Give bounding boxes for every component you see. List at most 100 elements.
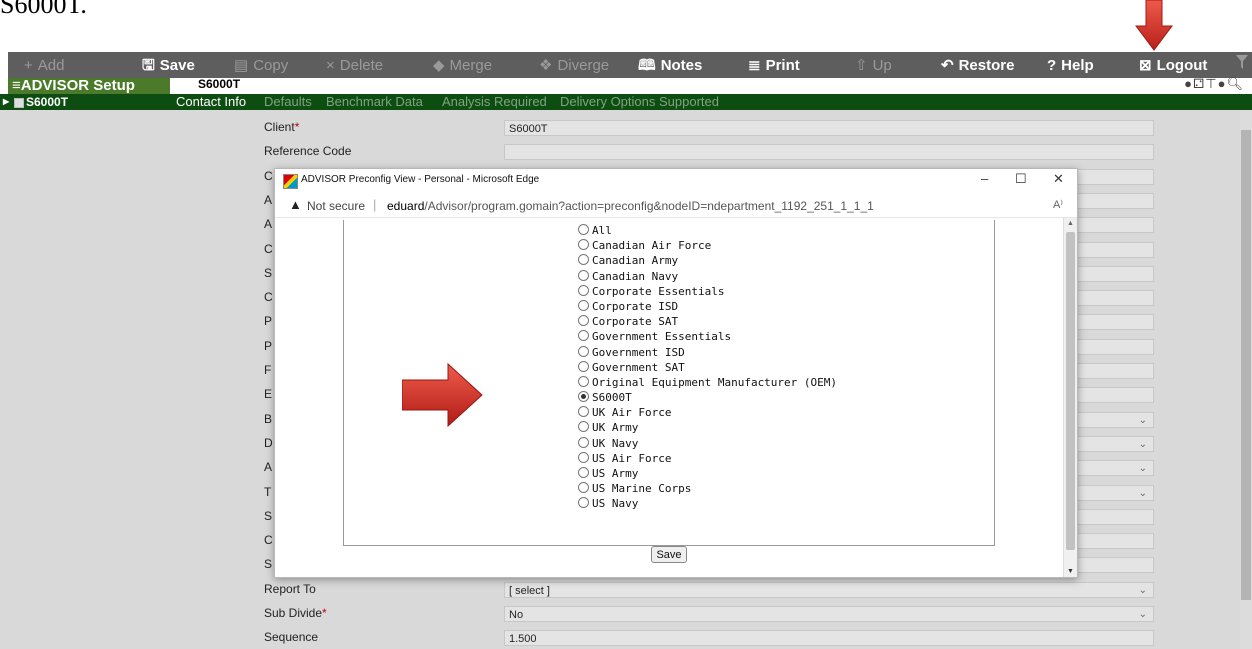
radio-selected-icon[interactable] [578,391,589,403]
radio-icon[interactable] [578,482,589,494]
copy-button-label: Copy [253,57,289,74]
popup-scrollbar[interactable]: ▲ ▼ [1063,218,1077,577]
tab-defaults[interactable]: Defaults [264,94,312,110]
minimize-icon[interactable]: – [981,171,988,186]
radio-icon[interactable] [578,315,589,327]
main-toolbar: + Add 🖫 Save ▤ Copy × Delete ◆ Merge ❖ Diverge 🕮 Note… [8,52,1252,78]
preconfig-option[interactable]: US Navy [578,496,837,511]
help-button[interactable]: ? Help [1047,52,1094,78]
close-icon[interactable]: ✕ [1053,171,1064,187]
url-text[interactable]: eduard/Advisor/program.gomain?action=pre… [387,199,874,213]
print-button[interactable]: ≣ Print [748,52,800,78]
preconfig-option[interactable]: US Air Force [578,451,837,466]
security-label[interactable]: Not secure [307,199,365,213]
preconfig-option[interactable]: Canadian Navy [578,269,837,284]
radio-icon[interactable] [578,406,589,418]
field-label-text: A [264,460,273,475]
tab-delivery-options-supported[interactable]: Delivery Options Supported [560,94,719,110]
delete-button[interactable]: × Delete [326,52,383,78]
field-label-text: Sub Divide [264,606,323,620]
field-select[interactable]: [ select ] ⌄ [504,581,1154,599]
radio-icon[interactable] [578,436,589,448]
preconfig-option[interactable]: All [578,223,837,238]
radio-icon[interactable] [578,254,589,266]
preconfig-option[interactable]: UK Army [578,420,837,435]
preconfig-option[interactable]: Canadian Air Force [578,238,837,253]
radio-icon[interactable] [578,451,589,463]
preconfig-option[interactable]: Corporate ISD [578,299,837,314]
chevron-down-icon[interactable]: ⌄ [1139,486,1147,502]
preconfig-option[interactable]: US Marine Corps [578,481,837,496]
save-button[interactable]: 🖫 Save [142,52,195,78]
chevron-down-icon[interactable]: ⌄ [1139,437,1147,453]
scroll-up-icon[interactable]: ▲ [1067,220,1074,227]
up-button[interactable]: ⇧ Up [855,52,892,78]
tab-contact-info[interactable]: Contact Info [176,94,246,110]
radio-icon[interactable] [578,239,589,251]
menu-icon[interactable]: ≡ [12,77,21,94]
restore-button[interactable]: ↶ Restore [941,52,1014,78]
radio-icon[interactable] [578,299,589,311]
chevron-down-icon[interactable]: ⌄ [1139,461,1147,477]
copy-button[interactable]: ▤ Copy [234,52,288,78]
preconfig-option[interactable]: Government ISD [578,345,837,360]
radio-icon[interactable] [578,269,589,281]
field-label-text: C [264,290,273,305]
zoom-icon[interactable]: 🔍︎ [1226,76,1244,91]
preconfig-option[interactable]: S6000T [578,390,837,405]
warning-icon[interactable]: ▲ [289,197,302,212]
filter-icon[interactable]: ⊤ [1205,76,1217,91]
radio-icon[interactable] [578,224,589,235]
preconfig-option[interactable]: Corporate SAT [578,314,837,329]
address-bar[interactable]: ▲ Not secure | eduard/Advisor/program.go… [275,193,1077,218]
radio-icon[interactable] [578,284,589,296]
scroll-down-icon[interactable]: ▼ [1067,568,1074,575]
preconfig-option[interactable]: UK Navy [578,436,837,451]
field-input[interactable] [504,144,1154,161]
logout-button[interactable]: ⊠ Logout [1139,52,1207,78]
tree-item-s6000t[interactable]: ▶ S6000T [0,94,174,110]
form-scrollbar-thumb[interactable] [1241,130,1251,600]
preconfig-option[interactable]: Government SAT [578,360,837,375]
preconfig-option[interactable]: Government Essentials [578,329,837,344]
merge-button[interactable]: ◆ Merge [433,52,492,78]
add-button[interactable]: + Add [24,52,64,78]
field-label-text: T [264,484,272,499]
maximize-icon[interactable]: ☐ [1015,171,1027,187]
preconfig-option[interactable]: US Army [578,466,837,481]
field-select[interactable]: No ⌄ [504,606,1154,622]
field-label-text: Report To [264,581,316,596]
read-aloud-icon[interactable]: A⁾ [1053,198,1063,211]
popup-scrollbar-thumb[interactable] [1066,232,1075,550]
filter-icon[interactable] [1236,55,1248,69]
preconfig-option[interactable]: Canadian Army [578,253,837,268]
field-input[interactable]: 1.500 [504,630,1154,647]
radio-icon[interactable] [578,421,589,433]
merge-icon: ◆ [433,57,445,74]
app-title-text: ADVISOR Setup [20,77,135,94]
save-button[interactable]: Save [651,546,687,563]
radio-icon[interactable] [578,345,589,357]
document-heading-fragment: S6000T. [0,0,87,19]
chevron-down-icon[interactable]: ⌄ [1139,583,1147,599]
form-scrollbar[interactable] [1240,110,1252,649]
hierarchy-icon[interactable]: ⚁ [1193,76,1205,91]
notes-button[interactable]: 🕮 Notes [638,52,702,78]
preconfig-option[interactable]: Corporate Essentials [578,284,837,299]
expand-arrow-icon[interactable]: ▶ [3,94,9,110]
radio-icon[interactable] [578,330,589,342]
radio-icon[interactable] [578,497,589,509]
preconfig-option[interactable]: UK Air Force [578,405,837,420]
radio-icon[interactable] [578,360,589,372]
radio-icon[interactable] [578,375,589,387]
chevron-down-icon[interactable]: ⌄ [1139,413,1147,429]
tab-analysis-required[interactable]: Analysis Required [442,94,547,110]
record-icon[interactable]: ● [1184,76,1193,91]
field-label: T [264,485,271,499]
chevron-down-icon[interactable]: ⌄ [1139,607,1147,623]
tab-benchmark-data[interactable]: Benchmark Data [326,94,423,110]
diverge-button[interactable]: ❖ Diverge [539,52,609,78]
preconfig-option[interactable]: Original Equipment Manufacturer (OEM) [578,375,837,390]
field-input[interactable]: S6000T [504,120,1154,136]
radio-icon[interactable] [578,467,589,478]
